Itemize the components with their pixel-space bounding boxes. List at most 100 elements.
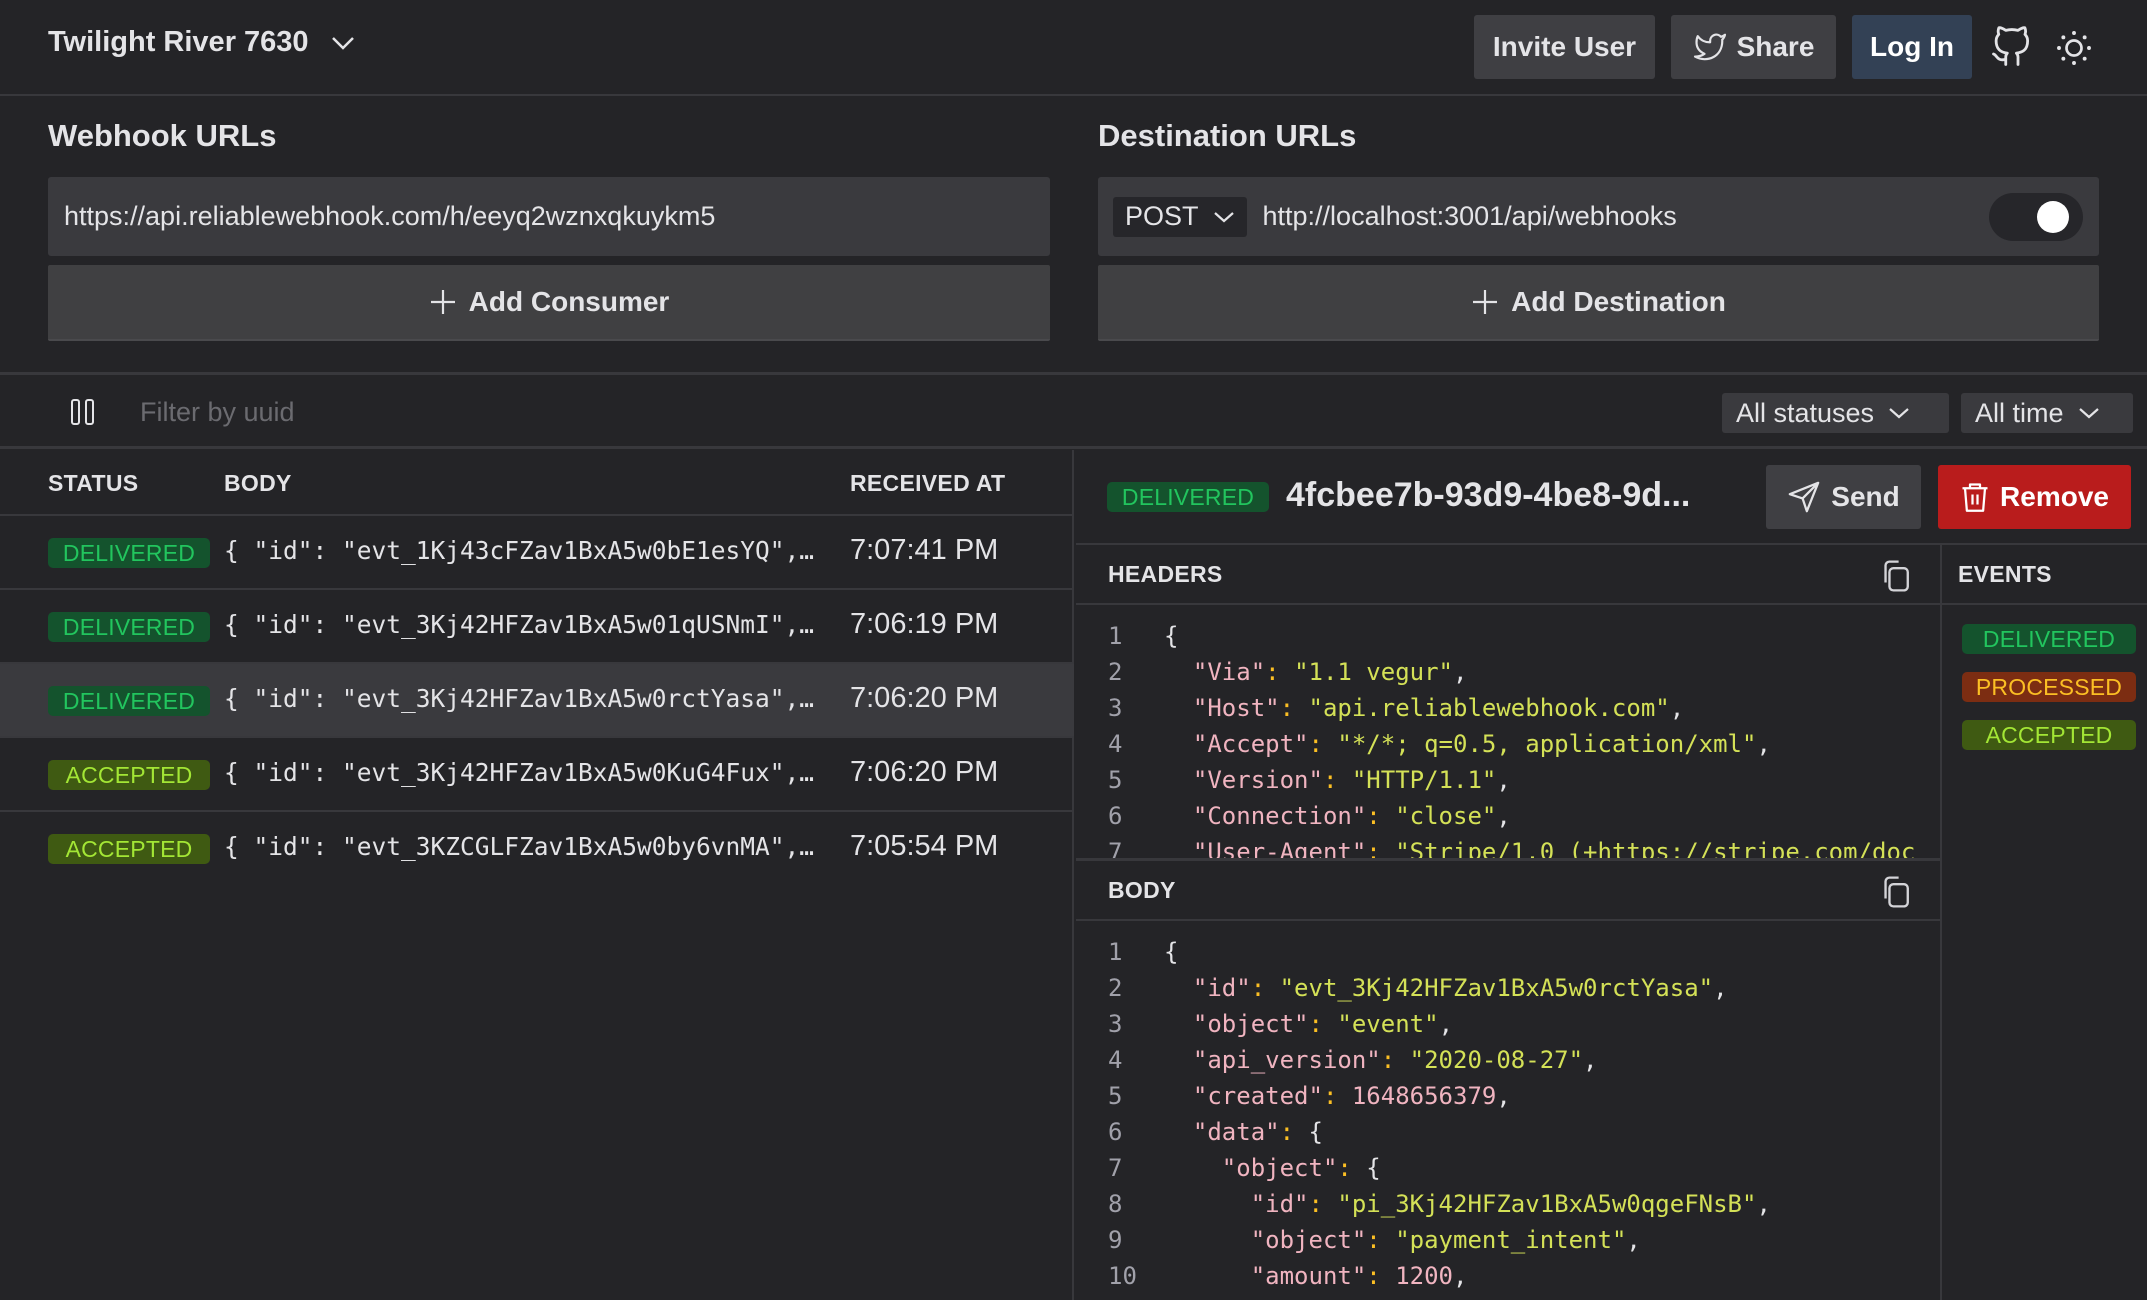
- line-number: 4: [1108, 1046, 1123, 1074]
- line-number: 2: [1108, 658, 1123, 686]
- body-preview: { "id": "evt_3Kj42HFZav1BxA5w01qUSNmI",…: [224, 610, 815, 639]
- code-content: "Connection": "close",: [1164, 802, 1511, 830]
- invite-user-button[interactable]: Invite User: [1474, 15, 1655, 79]
- code-line: 6 "Connection": "close",: [1076, 798, 1940, 834]
- status-filter-value: All statuses: [1736, 397, 1875, 428]
- webhook-url-field[interactable]: https://api.reliablewebhook.com/h/eeyq2w…: [48, 177, 1050, 256]
- table-row[interactable]: ACCEPTED { "id": "evt_3Kj42HFZav1BxA5w0Ku…: [0, 736, 1074, 810]
- time-filter-select[interactable]: All time: [1961, 393, 2133, 433]
- received-at: 7:06:20 PM: [850, 682, 999, 714]
- body-title: BODY: [1108, 877, 1176, 903]
- code-content: "User-Agent": "Stripe/1.0 (+https://stri…: [1164, 838, 1916, 858]
- body-preview: { "id": "evt_3Kj42HFZav1BxA5w0rctYasa",…: [224, 684, 815, 713]
- body-preview: { "id": "evt_3Kj42HFZav1BxA5w0KuG4Fux",…: [224, 758, 815, 787]
- table-row[interactable]: DELIVERED { "id": "evt_1Kj43cFZav1BxA5w0b…: [0, 514, 1074, 588]
- code-line: 9 "object": "payment_intent",: [1076, 1222, 1940, 1258]
- body-preview: { "id": "evt_1Kj43cFZav1BxA5w0bE1esYQ",…: [224, 536, 815, 565]
- chevron-down-icon: [1213, 211, 1234, 222]
- code-line: 2 "id": "evt_3Kj42HFZav1BxA5w0rctYasa",: [1076, 970, 1940, 1006]
- headers-pane-header: HEADERS: [1076, 545, 1940, 605]
- project-selector[interactable]: Twilight River 7630: [48, 26, 355, 59]
- divider: [0, 446, 2147, 449]
- send-label: Send: [1831, 481, 1900, 512]
- copy-headers-icon[interactable]: [1880, 559, 1912, 593]
- column-header-received-at: RECEIVED AT: [850, 470, 1006, 496]
- destination-urls-title: Destination URLs: [1098, 118, 1357, 153]
- copy-body-icon[interactable]: [1880, 875, 1912, 909]
- github-icon[interactable]: [1990, 26, 2032, 68]
- line-number: 9: [1108, 1226, 1123, 1254]
- column-header-body: BODY: [224, 470, 292, 496]
- line-number: 5: [1108, 1082, 1123, 1110]
- events-title: EVENTS: [1958, 561, 2052, 587]
- sun-icon[interactable]: [2056, 30, 2092, 66]
- code-content: "Accept": "*/*; q=0.5, application/xml",: [1164, 730, 1771, 758]
- destination-url-field[interactable]: POST http://localhost:3001/api/webhooks: [1098, 177, 2099, 256]
- code-content: "Host": "api.reliablewebhook.com",: [1164, 694, 1685, 722]
- status-badge: DELIVERED: [48, 538, 210, 568]
- status-badge: ACCEPTED: [48, 834, 210, 864]
- add-destination-label: Add Destination: [1511, 286, 1726, 317]
- code-line: 7 "object": {: [1076, 1150, 1940, 1186]
- status-badge: DELIVERED: [48, 686, 210, 716]
- code-line: 10 "amount": 1200,: [1076, 1258, 1940, 1294]
- line-number: 3: [1108, 694, 1123, 722]
- events-pane: EVENTS DELIVERED PROCESSED ACCEPTED: [1940, 545, 2147, 1300]
- code-content: "Via": "1.1 vegur",: [1164, 658, 1468, 686]
- body-pane-header: BODY: [1076, 861, 1940, 921]
- line-number: 8: [1108, 1190, 1123, 1218]
- send-button[interactable]: Send: [1766, 465, 1921, 529]
- status-filter-select[interactable]: All statuses: [1722, 393, 1949, 433]
- events-pane-header: EVENTS: [1942, 545, 2147, 605]
- table-row[interactable]: ACCEPTED { "id": "evt_3KZCGLFZav1BxA5w0by…: [0, 810, 1074, 884]
- trash-icon: [1962, 483, 1988, 512]
- remove-label: Remove: [2000, 481, 2109, 512]
- line-number: 6: [1108, 1118, 1123, 1146]
- line-number: 4: [1108, 730, 1123, 758]
- line-number: 1: [1108, 622, 1123, 650]
- remove-button[interactable]: Remove: [1938, 465, 2131, 529]
- add-consumer-button[interactable]: Add Consumer: [48, 265, 1050, 341]
- destination-enabled-toggle[interactable]: [1989, 193, 2083, 241]
- code-line: 6 "data": {: [1076, 1114, 1940, 1150]
- plus-icon: [1473, 290, 1498, 314]
- event-badge-processed: PROCESSED: [1962, 672, 2136, 702]
- event-detail-panel: DELIVERED 4fcbee7b-93d9-4be8-9d... Send …: [1076, 450, 2147, 1300]
- code-line: 3 "object": "event",: [1076, 1006, 1940, 1042]
- code-content: {: [1164, 622, 1179, 650]
- code-line: 5 "Version": "HTTP/1.1",: [1076, 762, 1940, 798]
- share-button[interactable]: Share: [1671, 15, 1836, 79]
- headers-title: HEADERS: [1108, 561, 1223, 587]
- log-in-button[interactable]: Log In: [1852, 15, 1972, 79]
- add-consumer-label: Add Consumer: [468, 286, 670, 317]
- code-content: "id": "pi_3Kj42HFZav1BxA5w0qgeFNsB",: [1164, 1190, 1771, 1218]
- code-content: "Version": "HTTP/1.1",: [1164, 766, 1511, 794]
- pause-icon[interactable]: [70, 398, 96, 426]
- received-at: 7:07:41 PM: [850, 534, 999, 566]
- chevron-down-icon: [331, 36, 354, 50]
- event-badge-accepted: ACCEPTED: [1962, 720, 2136, 750]
- code-content: "object": {: [1164, 1154, 1381, 1182]
- detail-header: DELIVERED 4fcbee7b-93d9-4be8-9d... Send …: [1076, 450, 2147, 545]
- chevron-down-icon: [1889, 408, 1909, 419]
- line-number: 3: [1108, 1010, 1123, 1038]
- code-line: 3 "Host": "api.reliablewebhook.com",: [1076, 690, 1940, 726]
- column-header-status: STATUS: [48, 470, 139, 496]
- status-badge: DELIVERED: [48, 612, 210, 642]
- event-uuid: 4fcbee7b-93d9-4be8-9d...: [1286, 476, 1691, 514]
- add-destination-button[interactable]: Add Destination: [1098, 265, 2099, 341]
- table-row[interactable]: DELIVERED { "id": "evt_3Kj42HFZav1BxA5w01…: [0, 588, 1074, 662]
- filter-uuid-input[interactable]: [140, 388, 740, 436]
- code-content: "created": 1648656379,: [1164, 1082, 1511, 1110]
- code-line: 4 "Accept": "*/*; q=0.5, application/xml…: [1076, 726, 1940, 762]
- code-line: 8 "id": "pi_3Kj42HFZav1BxA5w0qgeFNsB",: [1076, 1186, 1940, 1222]
- http-method-value: POST: [1125, 201, 1199, 231]
- twitter-icon: [1693, 33, 1726, 61]
- code-content: "object": "payment_intent",: [1164, 1226, 1641, 1254]
- log-in-label: Log In: [1870, 31, 1954, 62]
- http-method-select[interactable]: POST: [1113, 196, 1247, 237]
- table-row[interactable]: DELIVERED { "id": "evt_3Kj42HFZav1BxA5w0r…: [0, 662, 1074, 736]
- code-content: {: [1164, 938, 1179, 966]
- code-line: 5 "created": 1648656379,: [1076, 1078, 1940, 1114]
- line-number: 7: [1108, 1154, 1123, 1182]
